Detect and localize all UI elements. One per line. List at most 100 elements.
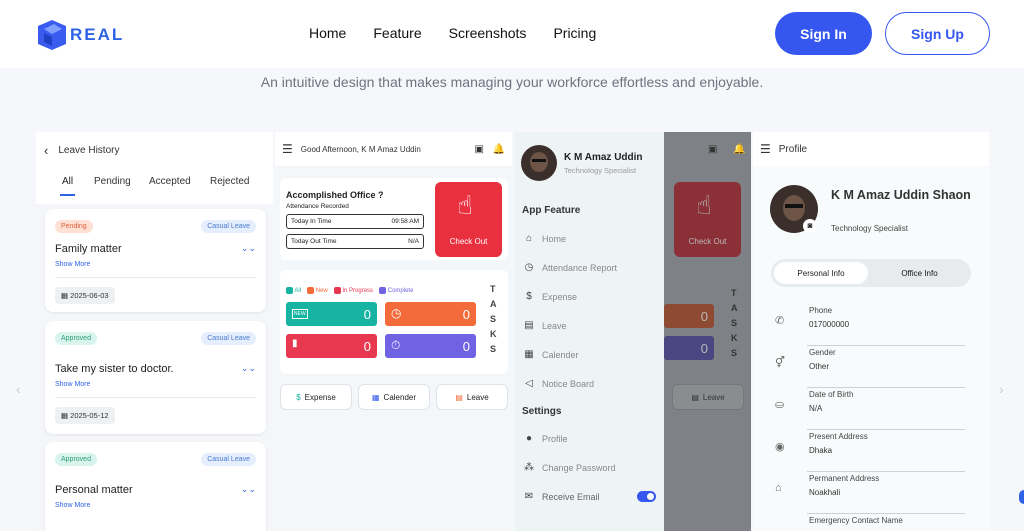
carousel-next-icon[interactable]: › bbox=[999, 382, 1011, 396]
hamburger-menu-icon[interactable]: ☰ bbox=[282, 142, 293, 156]
greeting-text: Good Afternoon, K M Amaz Uddin bbox=[300, 144, 421, 154]
drawer-user-role: Technology Specialist bbox=[564, 166, 637, 175]
present-address-value: Dhaka bbox=[809, 446, 833, 455]
divider bbox=[55, 277, 256, 278]
nav-feature-link[interactable]: Feature bbox=[373, 25, 421, 41]
task-tile-new[interactable]: ◷ 0 bbox=[385, 302, 476, 326]
tab-rejected[interactable]: Rejected bbox=[210, 176, 249, 187]
attendance-recorded-text: Attendance Recorded bbox=[286, 203, 349, 210]
phone-icon: ✆ bbox=[775, 315, 785, 327]
leave-type-badge: Casual Leave bbox=[201, 453, 256, 466]
emergency-contact-label: Emergency Contact Name bbox=[809, 516, 903, 525]
tab-office-info[interactable]: Office Info bbox=[871, 262, 968, 284]
person-icon: ● bbox=[525, 433, 533, 444]
nav-home-link[interactable]: Home bbox=[309, 25, 346, 41]
sign-up-button[interactable]: Sign Up bbox=[885, 12, 990, 55]
expense-button[interactable]: $ Expense bbox=[280, 384, 352, 410]
show-more-link[interactable]: Show More bbox=[55, 261, 90, 268]
permanent-address-label: Permanent Address bbox=[809, 474, 880, 483]
accomplished-title: Accomplished Office ? bbox=[286, 190, 384, 200]
dollar-icon: $ bbox=[526, 291, 532, 302]
tab-pending[interactable]: Pending bbox=[94, 176, 131, 187]
menu-profile[interactable]: ● Profile bbox=[514, 424, 664, 453]
task-tile-complete[interactable]: ⏱ 0 bbox=[385, 334, 476, 358]
menu-attendance-report[interactable]: ◷ Attendance Report bbox=[514, 253, 664, 282]
menu-change-password[interactable]: ⁂ Change Password bbox=[514, 453, 664, 482]
tab-all[interactable]: All bbox=[62, 176, 73, 187]
leave-card[interactable]: Pending Casual Leave Family matter ⌄⌄ Sh… bbox=[45, 209, 266, 312]
tasks-card: All New In Progress Complete NEW 0 ◷ 0 ▮… bbox=[280, 270, 508, 374]
show-more-link[interactable]: Show More bbox=[55, 502, 90, 509]
task-tile-in-progress[interactable]: ▮ 0 bbox=[286, 334, 377, 358]
back-arrow-icon[interactable]: ‹ bbox=[44, 143, 48, 158]
expand-chevron-icon[interactable]: ⌄⌄ bbox=[241, 484, 256, 495]
menu-notice-board[interactable]: ◁ Notice Board bbox=[514, 369, 664, 398]
calender-button[interactable]: ▦ Calender bbox=[358, 384, 430, 410]
dob-value: N/A bbox=[809, 404, 823, 413]
menu-receive-email-label: Receive Email bbox=[542, 491, 600, 502]
hamburger-menu-icon[interactable]: ☰ bbox=[760, 142, 771, 156]
permanent-address-field: ⌂ Permanent Address Noakhali bbox=[769, 472, 965, 514]
status-badge: Approved bbox=[55, 332, 97, 345]
phone-value: 017000000 bbox=[809, 320, 850, 329]
bg-leave-button: ▤ Leave bbox=[672, 384, 744, 410]
drawer-avatar[interactable] bbox=[521, 145, 557, 181]
nav-pricing-link[interactable]: Pricing bbox=[553, 25, 596, 41]
receive-email-toggle[interactable] bbox=[637, 491, 656, 502]
camera-icon[interactable]: ◙ bbox=[803, 219, 817, 233]
megaphone-icon: ◁ bbox=[525, 378, 533, 389]
bg-check-out-label: Check Out bbox=[688, 237, 727, 246]
leave-history-screen: ‹ Leave History All Pending Accepted Rej… bbox=[36, 132, 273, 531]
bg-task-count: 0 bbox=[700, 341, 708, 356]
calendar-icon: ▦ bbox=[61, 411, 71, 420]
logo[interactable]: REAL bbox=[36, 18, 124, 52]
app-feature-heading: App Feature bbox=[522, 205, 581, 216]
bg-leave-label: Leave bbox=[702, 392, 725, 402]
document-icon: ▤ bbox=[455, 392, 463, 402]
calendar-icon: ▦ bbox=[61, 291, 71, 300]
leave-card[interactable]: Approved Casual Leave Take my sister to … bbox=[45, 321, 266, 434]
leave-date-value: 2025-06-03 bbox=[70, 291, 109, 300]
cake-icon: ⛀ bbox=[775, 399, 785, 411]
menu-calender[interactable]: ▦ Calender bbox=[514, 340, 664, 369]
bell-icon[interactable]: 🔔 bbox=[493, 144, 505, 155]
expand-chevron-icon[interactable]: ⌄⌄ bbox=[241, 363, 256, 374]
permanent-address-value: Noakhali bbox=[809, 488, 841, 497]
tap-hand-icon: ☝ bbox=[457, 190, 473, 220]
nav-links: Home Feature Screenshots Pricing bbox=[309, 25, 596, 41]
check-out-label: Check Out bbox=[449, 237, 488, 246]
in-time-label: Today In Time bbox=[291, 218, 332, 225]
profile-screen: ☰ Profile ◙ K M Amaz Uddin Shaon Technol… bbox=[753, 132, 989, 531]
sign-in-button[interactable]: Sign In bbox=[775, 12, 872, 55]
nav-screenshots-link[interactable]: Screenshots bbox=[449, 25, 527, 41]
menu-profile-label: Profile bbox=[542, 433, 568, 444]
leave-type-badge: Casual Leave bbox=[201, 220, 256, 233]
legend-complete-label: Complete bbox=[387, 288, 414, 295]
legend-complete: Complete bbox=[379, 287, 413, 294]
menu-expense[interactable]: $ Expense bbox=[514, 282, 664, 311]
profile-title: Profile bbox=[778, 143, 808, 155]
leave-reason: Take my sister to doctor. bbox=[55, 363, 174, 375]
show-more-link[interactable]: Show More bbox=[55, 381, 90, 388]
leave-card[interactable]: Approved Casual Leave Personal matter ⌄⌄… bbox=[45, 442, 266, 531]
document-icon: ▤ bbox=[524, 320, 534, 331]
leave-button[interactable]: ▤ Leave bbox=[436, 384, 508, 410]
task-tile-all[interactable]: NEW 0 bbox=[286, 302, 377, 326]
menu-expense-label: Expense bbox=[542, 291, 578, 302]
leave-reason: Personal matter bbox=[55, 484, 133, 496]
bg-check-out-button: ☝ Check Out bbox=[674, 182, 741, 257]
divider bbox=[55, 397, 256, 398]
bg-tasks-label: TASKS bbox=[731, 288, 738, 358]
check-out-button[interactable]: ☝ Check Out bbox=[435, 182, 502, 257]
legend-new: New bbox=[307, 287, 328, 294]
menu-home[interactable]: ⌂ Home bbox=[514, 224, 664, 253]
tab-accepted[interactable]: Accepted bbox=[149, 176, 191, 187]
id-card-icon[interactable]: ▣ bbox=[475, 144, 484, 155]
new-badge-icon: NEW bbox=[292, 309, 308, 319]
gender-label: Gender bbox=[809, 348, 836, 357]
tab-personal-info[interactable]: Personal Info bbox=[774, 262, 868, 284]
carousel-prev-icon[interactable]: ‹ bbox=[16, 382, 28, 396]
task-count: 0 bbox=[363, 339, 371, 354]
expand-chevron-icon[interactable]: ⌄⌄ bbox=[241, 243, 256, 254]
menu-leave[interactable]: ▤ Leave bbox=[514, 311, 664, 340]
